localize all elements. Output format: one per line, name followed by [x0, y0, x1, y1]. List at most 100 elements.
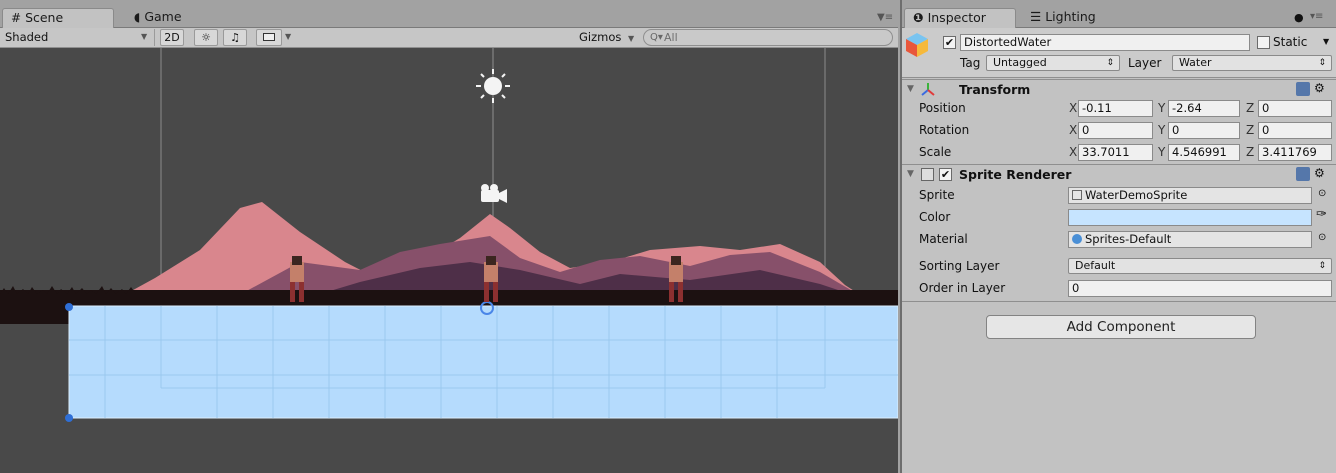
- lighting-toggle-button[interactable]: ☼: [194, 29, 218, 46]
- sprite-label: Sprite: [919, 188, 955, 202]
- layer-dropdown[interactable]: Water ⇕: [1172, 55, 1332, 71]
- position-x-value: -0.11: [1082, 101, 1112, 115]
- foldout-arrow-icon[interactable]: ▼: [907, 84, 914, 94]
- object-header: ✔ DistortedWater Static ▼ Tag Untagged ⇕ …: [902, 28, 1336, 78]
- info-icon: ❶: [913, 10, 924, 25]
- position-y-field[interactable]: -2.64: [1168, 100, 1240, 117]
- toolbar-divider: [154, 29, 155, 46]
- camera-icon[interactable]: [481, 184, 507, 203]
- tab-game[interactable]: ◖ Game: [126, 8, 190, 28]
- tab-scene[interactable]: # Scene: [2, 8, 114, 28]
- static-chevron-icon[interactable]: ▼: [1323, 37, 1329, 46]
- sorting-layer-label: Sorting Layer: [919, 259, 1000, 273]
- scale-z-axis: Z: [1246, 145, 1255, 159]
- tab-lighting[interactable]: ☰ Lighting: [1022, 8, 1104, 28]
- 2d-toggle-button[interactable]: 2D: [160, 29, 184, 46]
- sprite-asset-icon: [1072, 190, 1082, 200]
- sprite-renderer-header[interactable]: ▼ ✔ Sprite Renderer ⚙: [902, 164, 1336, 184]
- position-y-value: -2.64: [1172, 101, 1202, 115]
- scale-x-axis: X: [1069, 145, 1078, 159]
- sprite-object-field[interactable]: WaterDemoSprite: [1068, 187, 1312, 204]
- chevron-updown-icon: ⇕: [1318, 58, 1326, 68]
- transform-title: Transform: [959, 82, 1031, 97]
- rect-handle-top-left[interactable]: [65, 303, 73, 311]
- object-picker-icon[interactable]: ⊙: [1318, 232, 1326, 243]
- rotation-x-axis: X: [1069, 123, 1078, 137]
- rotation-y-field[interactable]: 0: [1168, 122, 1240, 139]
- add-component-button[interactable]: Add Component: [986, 315, 1256, 339]
- ground-left: [0, 306, 70, 324]
- audio-toggle-button[interactable]: ♫: [223, 29, 247, 46]
- position-z-field[interactable]: 0: [1258, 100, 1332, 117]
- position-x-axis: X: [1069, 101, 1078, 115]
- gizmos-chevron-icon: ▼: [628, 34, 635, 43]
- rect-handle-bottom-left[interactable]: [65, 414, 73, 422]
- add-component-label: Add Component: [1066, 319, 1176, 335]
- shading-mode-dropdown[interactable]: Shaded ▼: [5, 28, 147, 47]
- color-swatch-field[interactable]: [1068, 209, 1312, 226]
- object-name-field[interactable]: DistortedWater: [960, 34, 1250, 51]
- help-book-icon[interactable]: [1296, 82, 1310, 96]
- sorting-layer-value: Default: [1075, 259, 1116, 272]
- sprite-renderer-enabled-checkbox[interactable]: ✔: [939, 168, 952, 181]
- scene-tabbar: # Scene ◖ Game ▼≡: [0, 0, 898, 28]
- material-asset-icon: [1072, 234, 1082, 244]
- eyedropper-icon[interactable]: ✑: [1316, 207, 1327, 222]
- rotation-z-field[interactable]: 0: [1258, 122, 1332, 139]
- search-icon: Q▾: [650, 32, 663, 43]
- tag-dropdown[interactable]: Untagged ⇕: [986, 55, 1120, 71]
- sprite-renderer-title: Sprite Renderer: [959, 167, 1072, 182]
- shading-mode-label: Shaded: [5, 30, 49, 44]
- help-book-icon[interactable]: [1296, 167, 1310, 181]
- chevron-updown-icon: ⇕: [1318, 261, 1326, 271]
- transform-header[interactable]: ▼ Transform ⚙: [902, 79, 1336, 99]
- material-object-field[interactable]: Sprites-Default: [1068, 231, 1312, 248]
- order-in-layer-field[interactable]: 0: [1068, 280, 1332, 297]
- image-icon: [263, 33, 275, 41]
- position-label: Position: [919, 101, 966, 115]
- rotation-x-field[interactable]: 0: [1078, 122, 1153, 139]
- tab-inspector[interactable]: ❶ Inspector: [904, 8, 1016, 28]
- sorting-layer-dropdown[interactable]: Default ⇕: [1068, 258, 1332, 274]
- lock-icon[interactable]: ●: [1294, 11, 1304, 24]
- tag-value: Untagged: [993, 56, 1047, 69]
- scene-search-input[interactable]: Q▾ All: [643, 29, 893, 46]
- speaker-icon: ♫: [230, 31, 240, 44]
- menu-icon[interactable]: ▼≡: [877, 12, 893, 23]
- effects-dropdown[interactable]: [256, 29, 282, 46]
- tab-game-label: Game: [144, 9, 182, 24]
- position-z-value: 0: [1262, 101, 1270, 115]
- object-picker-icon[interactable]: ⊙: [1318, 188, 1326, 199]
- inspector-panel: ❶ Inspector ☰ Lighting ● ▾≡ ✔ DistortedW…: [900, 0, 1336, 473]
- sprite-value: WaterDemoSprite: [1085, 188, 1188, 202]
- tab-scene-label: Scene: [25, 10, 64, 25]
- gizmos-label: Gizmos: [579, 30, 622, 44]
- lighting-icon: ☰: [1030, 9, 1042, 24]
- position-y-axis: Y: [1158, 101, 1166, 115]
- order-in-layer-value: 0: [1072, 281, 1080, 295]
- inspector-menu-icon[interactable]: ▾≡: [1310, 11, 1323, 22]
- chevron-updown-icon: ⇕: [1106, 58, 1114, 68]
- scene-viewport[interactable]: [0, 48, 898, 473]
- water-sprite[interactable]: [68, 305, 898, 419]
- foldout-arrow-icon[interactable]: ▼: [907, 169, 914, 179]
- 2d-toggle-label: 2D: [164, 31, 180, 44]
- object-active-checkbox[interactable]: ✔: [943, 36, 956, 49]
- scale-z-value: 3.411769: [1262, 145, 1317, 159]
- scale-z-field[interactable]: 3.411769: [1258, 144, 1332, 161]
- tab-lighting-label: Lighting: [1045, 9, 1096, 24]
- position-x-field[interactable]: -0.11: [1078, 100, 1153, 117]
- gear-icon[interactable]: ⚙: [1314, 81, 1325, 95]
- rotation-label: Rotation: [919, 123, 970, 137]
- scale-y-axis: Y: [1158, 145, 1166, 159]
- rotation-y-value: 0: [1172, 123, 1180, 137]
- position-z-axis: Z: [1246, 101, 1255, 115]
- gizmos-dropdown[interactable]: Gizmos ▼: [579, 28, 634, 47]
- sun-small-icon: ☼: [201, 31, 211, 44]
- scene-panel: # Scene ◖ Game ▼≡ Shaded ▼ 2D ☼ ♫ ▼ Gizmos…: [0, 0, 898, 473]
- scale-x-value: 33.7011: [1082, 145, 1130, 159]
- scale-y-field[interactable]: 4.546991: [1168, 144, 1240, 161]
- scale-x-field[interactable]: 33.7011: [1078, 144, 1153, 161]
- static-checkbox[interactable]: [1257, 36, 1270, 49]
- gear-icon[interactable]: ⚙: [1314, 166, 1325, 180]
